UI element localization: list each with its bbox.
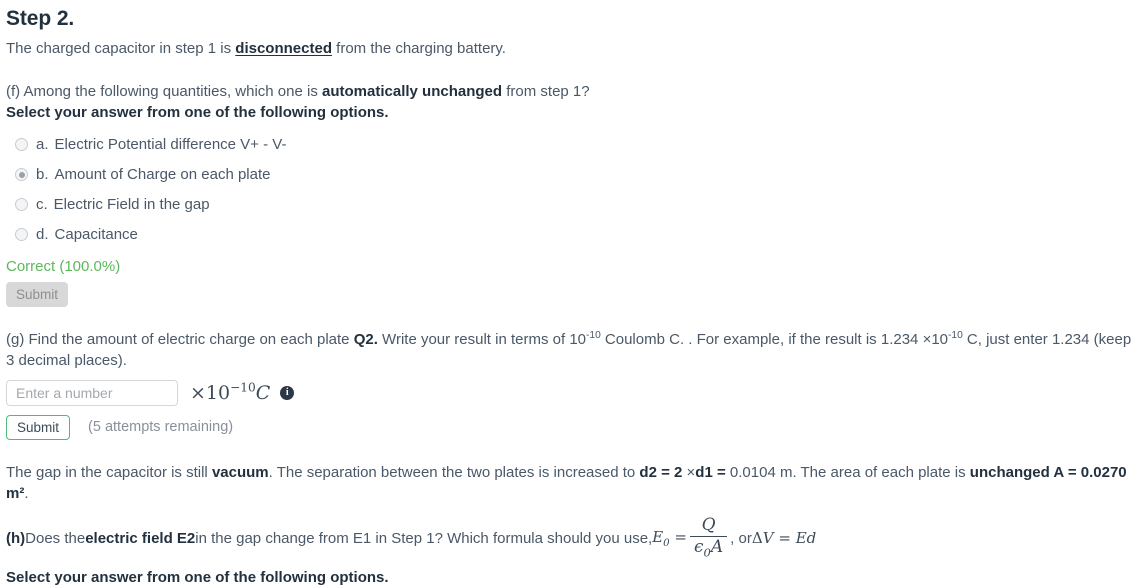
option-row-d[interactable]: d. Capacitance xyxy=(6,220,1138,250)
option-letter-b: b. xyxy=(36,166,49,184)
formula-e0: E0 = Qϵ0A xyxy=(652,515,730,560)
radio-icon-b[interactable] xyxy=(15,168,28,182)
question-f-options: a. Electric Potential difference V+ - V-… xyxy=(6,130,1138,250)
option-row-a[interactable]: a. Electric Potential difference V+ - V- xyxy=(6,130,1138,160)
exercise-page: Step 2. The charged capacitor in step 1 … xyxy=(0,0,1144,588)
context-d2-label: d2 = 2 xyxy=(639,463,687,481)
option-label-a: Electric Potential difference V+ - V- xyxy=(54,136,287,154)
step-intro-emphasis: disconnected xyxy=(235,39,332,57)
context-paragraph: The gap in the capacitor is still vacuum… xyxy=(6,462,1138,505)
question-f-select-instruction: Select your answer from one of the follo… xyxy=(6,104,389,122)
formula-epsilon: ϵ xyxy=(694,537,704,557)
question-g-prompt-p3: Coulomb C. . For example, if the result … xyxy=(600,331,923,348)
formula-e0-denominator: ϵ0A xyxy=(690,536,728,560)
step-intro-after: from the charging battery. xyxy=(331,39,506,57)
formula-e0-equals: = xyxy=(674,528,687,547)
question-f-prompt-after: from step 1? xyxy=(502,83,590,101)
option-letter-d: d. xyxy=(36,226,49,244)
radio-icon-a[interactable] xyxy=(15,138,28,152)
question-g-exponent-1: -10 xyxy=(586,330,601,341)
question-g-prompt-p2: Write your result in terms of 10 xyxy=(377,331,587,348)
formula-delta-v-equals: = xyxy=(778,528,791,547)
context-p2: . The separation between the two plates … xyxy=(268,463,640,481)
answer-unit-g: ×10−10C xyxy=(190,380,270,407)
formula-e0-lhs: E xyxy=(652,528,664,547)
question-g-exponent-2: -10 xyxy=(948,330,963,341)
option-label-d: Capacitance xyxy=(54,226,138,244)
option-letter-c: c. xyxy=(36,196,48,214)
unit-exponent: −10 xyxy=(230,380,256,395)
question-g-submit-row: Submit (5 attempts remaining) xyxy=(6,414,1138,440)
step-intro-text: The charged capacitor in step 1 is disco… xyxy=(6,38,1138,59)
formula-e0-subscript: 0 xyxy=(663,538,670,550)
page-title: Step 2. xyxy=(6,7,75,30)
option-row-b[interactable]: b. Amount of Charge on each plate xyxy=(6,160,1138,190)
question-h-prompt: (h) Does the electric field E2 in the ga… xyxy=(6,515,1138,560)
option-label-b: Amount of Charge on each plate xyxy=(54,166,271,184)
context-p1: The gap in the capacitor is still xyxy=(6,463,212,481)
formula-delta-symbol: Δ xyxy=(751,528,763,547)
context-vacuum: vacuum xyxy=(211,463,269,481)
radio-icon-c[interactable] xyxy=(15,198,28,212)
formula-area-symbol: A xyxy=(710,537,724,557)
context-d1-label: d1 = xyxy=(695,463,726,481)
formula-e0-fraction: Qϵ0A xyxy=(690,515,728,560)
context-p3: 0.0104 m. The area of each plate is xyxy=(725,463,970,481)
context-p4: . xyxy=(24,484,29,502)
answer-input-g[interactable] xyxy=(6,380,178,407)
unit-times-symbol: × xyxy=(190,381,206,404)
question-g-prompt: (g) Find the amount of electric charge o… xyxy=(6,329,1138,372)
question-f-prompt-emphasis: automatically unchanged xyxy=(322,83,503,101)
step-intro-before: The charged capacitor in step 1 is xyxy=(6,39,236,57)
formula-epsilon-subscript: 0 xyxy=(703,545,711,560)
question-g-prompt-p1: (g) Find the amount of electric charge o… xyxy=(6,331,354,348)
option-letter-a: a. xyxy=(36,136,49,154)
question-g-prompt-p4: 10 xyxy=(931,331,949,348)
submit-button-g[interactable]: Submit xyxy=(6,414,71,440)
info-icon[interactable]: i xyxy=(280,386,295,401)
option-row-c[interactable]: c. Electric Field in the gap xyxy=(6,190,1138,220)
question-f-feedback: Correct (100.0%) xyxy=(6,257,121,275)
question-f-prompt: (f) Among the following quantities, whic… xyxy=(6,81,1138,102)
question-h-select-instruction: Select your answer from one of the follo… xyxy=(6,568,389,586)
context-times-symbol: × xyxy=(686,463,696,481)
formula-e0-numerator: Q xyxy=(701,515,716,536)
attempts-remaining-label: (5 attempts remaining) xyxy=(88,418,234,435)
submit-button-f[interactable]: Submit xyxy=(6,282,69,307)
formula-ed: Ed xyxy=(795,528,817,547)
question-g-quantity-label: Q2. xyxy=(353,331,378,348)
question-g-times-symbol: × xyxy=(922,331,932,348)
radio-icon-d[interactable] xyxy=(15,228,28,242)
unit-base: 10 xyxy=(205,381,231,404)
formula-v-symbol: V xyxy=(762,528,774,547)
question-g-answer-row: ×10−10C i xyxy=(6,380,1138,407)
option-label-c: Electric Field in the gap xyxy=(53,196,210,214)
question-f-prompt-before: (f) Among the following quantities, whic… xyxy=(6,83,323,101)
unit-symbol: C xyxy=(255,381,271,404)
